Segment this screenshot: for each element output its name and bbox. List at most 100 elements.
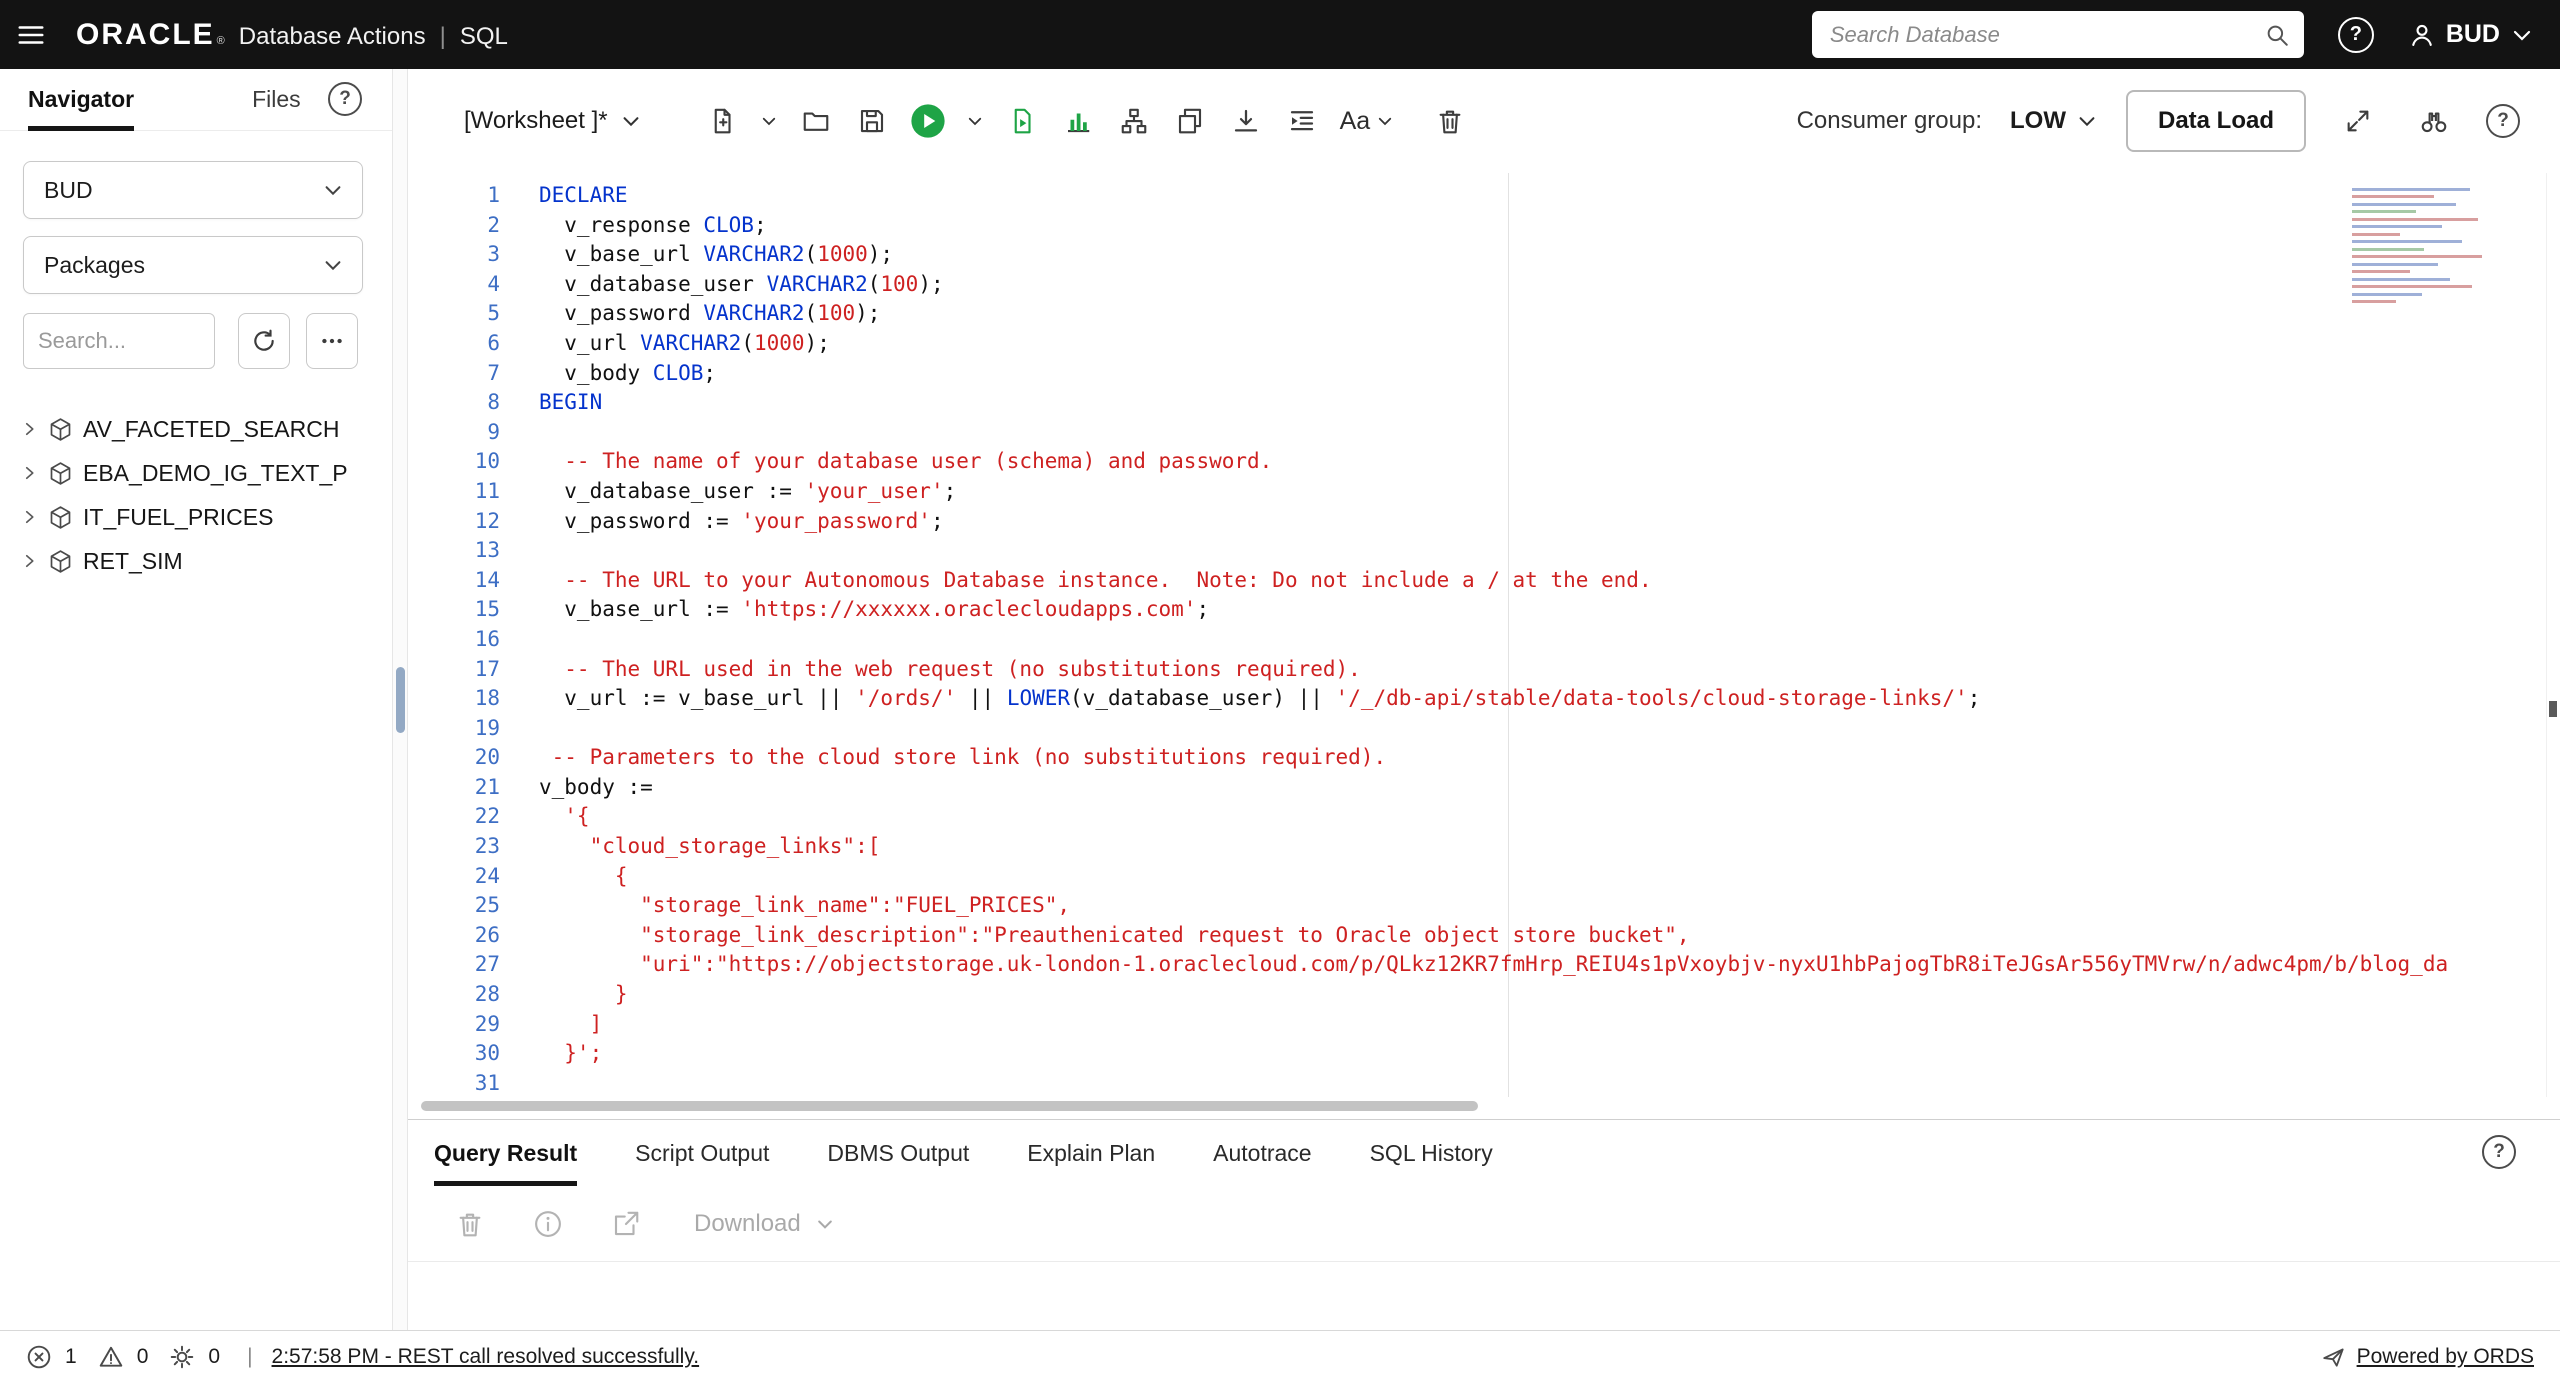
- results-tab-dbms-output[interactable]: DBMS Output: [827, 1120, 969, 1186]
- schema-select[interactable]: BUD: [23, 161, 363, 219]
- status-message-link[interactable]: 2:57:58 PM - REST call resolved successf…: [272, 1345, 700, 1369]
- code-line[interactable]: -- The URL used in the web request (no s…: [539, 655, 2448, 685]
- code-line[interactable]: v_base_url := 'https://xxxxxx.oracleclou…: [539, 595, 2448, 625]
- ords-link[interactable]: Powered by ORDS: [2321, 1344, 2534, 1370]
- splitter-handle[interactable]: [396, 666, 405, 733]
- code-line[interactable]: }: [539, 980, 2448, 1010]
- save-button[interactable]: [848, 97, 896, 145]
- tree-item-av_faceted_search[interactable]: AV_FACETED_SEARCH: [16, 407, 384, 451]
- results-tab-query-result[interactable]: Query Result: [434, 1120, 577, 1186]
- autotrace-button[interactable]: [1054, 97, 1102, 145]
- help-button[interactable]: ?: [2337, 16, 2374, 53]
- results-help-button[interactable]: ?: [2482, 1135, 2516, 1169]
- code-line[interactable]: v_url VARCHAR2(1000);: [539, 329, 2448, 359]
- maximize-button[interactable]: [2334, 97, 2382, 145]
- expand-caret-icon[interactable]: [20, 552, 38, 570]
- object-type-select[interactable]: Packages: [23, 236, 363, 294]
- expand-caret-icon[interactable]: [20, 508, 38, 526]
- results-tab-autotrace[interactable]: Autotrace: [1213, 1120, 1311, 1186]
- code-line[interactable]: {: [539, 862, 2448, 892]
- tree-item-label: RET_SIM: [83, 547, 183, 574]
- download-results-button[interactable]: Download: [694, 1210, 835, 1238]
- code-line[interactable]: v_body CLOB;: [539, 359, 2448, 389]
- code-line[interactable]: v_password := 'your_password';: [539, 507, 2448, 537]
- code-editor[interactable]: 1 2 3 4 5 6 7 8 9 10 11 12 13 14 15 16 17 18 19 20 21 22 23 24 2…: [408, 173, 2560, 1097]
- code-line[interactable]: [539, 418, 2448, 448]
- warnings-icon[interactable]: [98, 1344, 124, 1370]
- clear-worksheet-button[interactable]: [1426, 97, 1474, 145]
- sidebar-tab-navigator[interactable]: Navigator: [28, 69, 134, 131]
- open-in-new-button[interactable]: [602, 1200, 650, 1248]
- results-tab-sql-history[interactable]: SQL History: [1370, 1120, 1493, 1186]
- code-line[interactable]: [539, 625, 2448, 655]
- run-menu-caret[interactable]: [960, 97, 990, 145]
- consumer-group-select[interactable]: LOW: [2010, 107, 2098, 135]
- copy-worksheet-button[interactable]: [1166, 97, 1214, 145]
- code-line[interactable]: BEGIN: [539, 388, 2448, 418]
- navigator-help-button[interactable]: ?: [328, 82, 362, 116]
- code-line[interactable]: DECLARE: [539, 181, 2448, 211]
- errors-icon[interactable]: [26, 1344, 52, 1370]
- hamburger-menu-button[interactable]: [0, 0, 62, 69]
- minimap[interactable]: [2352, 183, 2502, 317]
- code-line[interactable]: ]: [539, 1010, 2448, 1040]
- code-line[interactable]: [539, 1069, 2448, 1097]
- code-line[interactable]: "cloud_storage_links":[: [539, 832, 2448, 862]
- code-line[interactable]: [539, 714, 2448, 744]
- code-line[interactable]: v_password VARCHAR2(100);: [539, 299, 2448, 329]
- refresh-button[interactable]: [238, 313, 290, 369]
- code-lines[interactable]: DECLARE v_response CLOB; v_base_url VARC…: [539, 181, 2448, 1097]
- code-line[interactable]: -- The name of your database user (schem…: [539, 447, 2448, 477]
- code-line[interactable]: -- Parameters to the cloud store link (n…: [539, 743, 2448, 773]
- more-options-button[interactable]: [306, 313, 358, 369]
- chevron-down-icon: [1379, 117, 1392, 126]
- code-line[interactable]: -- The URL to your Autonomous Database i…: [539, 566, 2448, 596]
- tree-item-eba_demo_ig_text_p[interactable]: EBA_DEMO_IG_TEXT_P: [16, 451, 384, 495]
- download-worksheet-button[interactable]: [1222, 97, 1270, 145]
- explain-plan-button[interactable]: [1110, 97, 1158, 145]
- code-line[interactable]: "storage_link_description":"Preauthenica…: [539, 921, 2448, 951]
- worksheet-help-button[interactable]: ?: [2486, 104, 2520, 138]
- vertical-scrollbar[interactable]: [2546, 173, 2560, 1097]
- code-line[interactable]: [539, 536, 2448, 566]
- code-line[interactable]: v_database_user := 'your_user';: [539, 477, 2448, 507]
- code-line[interactable]: v_database_user VARCHAR2(100);: [539, 270, 2448, 300]
- global-search-input[interactable]: [1829, 21, 2264, 48]
- panel-splitter[interactable]: [392, 69, 408, 1330]
- new-worksheet-button[interactable]: [698, 97, 746, 145]
- expand-caret-icon[interactable]: [20, 420, 38, 438]
- vertical-scrollbar-handle[interactable]: [2549, 701, 2557, 717]
- processes-gear-icon[interactable]: [169, 1344, 195, 1370]
- code-line[interactable]: }';: [539, 1039, 2448, 1069]
- format-button[interactable]: [1278, 97, 1326, 145]
- expand-caret-icon[interactable]: [20, 464, 38, 482]
- code-line[interactable]: "storage_link_name":"FUEL_PRICES",: [539, 891, 2448, 921]
- find-replace-button[interactable]: [2410, 97, 2458, 145]
- code-line[interactable]: v_body :=: [539, 773, 2448, 803]
- download-icon: [1234, 109, 1257, 132]
- code-line[interactable]: "uri":"https://objectstorage.uk-london-1…: [539, 950, 2448, 980]
- code-line[interactable]: v_url := v_base_url || '/ords/' || LOWER…: [539, 684, 2448, 714]
- code-line[interactable]: v_base_url VARCHAR2(1000);: [539, 240, 2448, 270]
- tree-item-ret_sim[interactable]: RET_SIM: [16, 539, 384, 583]
- results-info-button[interactable]: [524, 1200, 572, 1248]
- worksheet-selector[interactable]: [Worksheet ]*: [464, 107, 642, 135]
- open-file-button[interactable]: [792, 97, 840, 145]
- data-load-button[interactable]: Data Load: [2125, 90, 2306, 152]
- tree-item-it_fuel_prices[interactable]: IT_FUEL_PRICES: [16, 495, 384, 539]
- font-size-button[interactable]: Aa: [1334, 97, 1401, 145]
- run-statement-button[interactable]: [904, 97, 952, 145]
- results-tab-script-output[interactable]: Script Output: [635, 1120, 769, 1186]
- code-line[interactable]: '{: [539, 802, 2448, 832]
- user-menu[interactable]: BUD: [2408, 20, 2534, 49]
- new-worksheet-menu-caret[interactable]: [754, 97, 784, 145]
- horizontal-scrollbar-handle[interactable]: [421, 1101, 1478, 1111]
- code-line[interactable]: v_response CLOB;: [539, 211, 2448, 241]
- clear-results-button[interactable]: [446, 1200, 494, 1248]
- line-number: 30: [474, 1041, 500, 1066]
- navigator-search-input[interactable]: [23, 313, 215, 369]
- results-tab-explain-plan[interactable]: Explain Plan: [1027, 1120, 1155, 1186]
- run-script-button[interactable]: [998, 97, 1046, 145]
- horizontal-scrollbar[interactable]: [408, 1099, 2560, 1113]
- sidebar-tab-files[interactable]: Files: [252, 69, 301, 131]
